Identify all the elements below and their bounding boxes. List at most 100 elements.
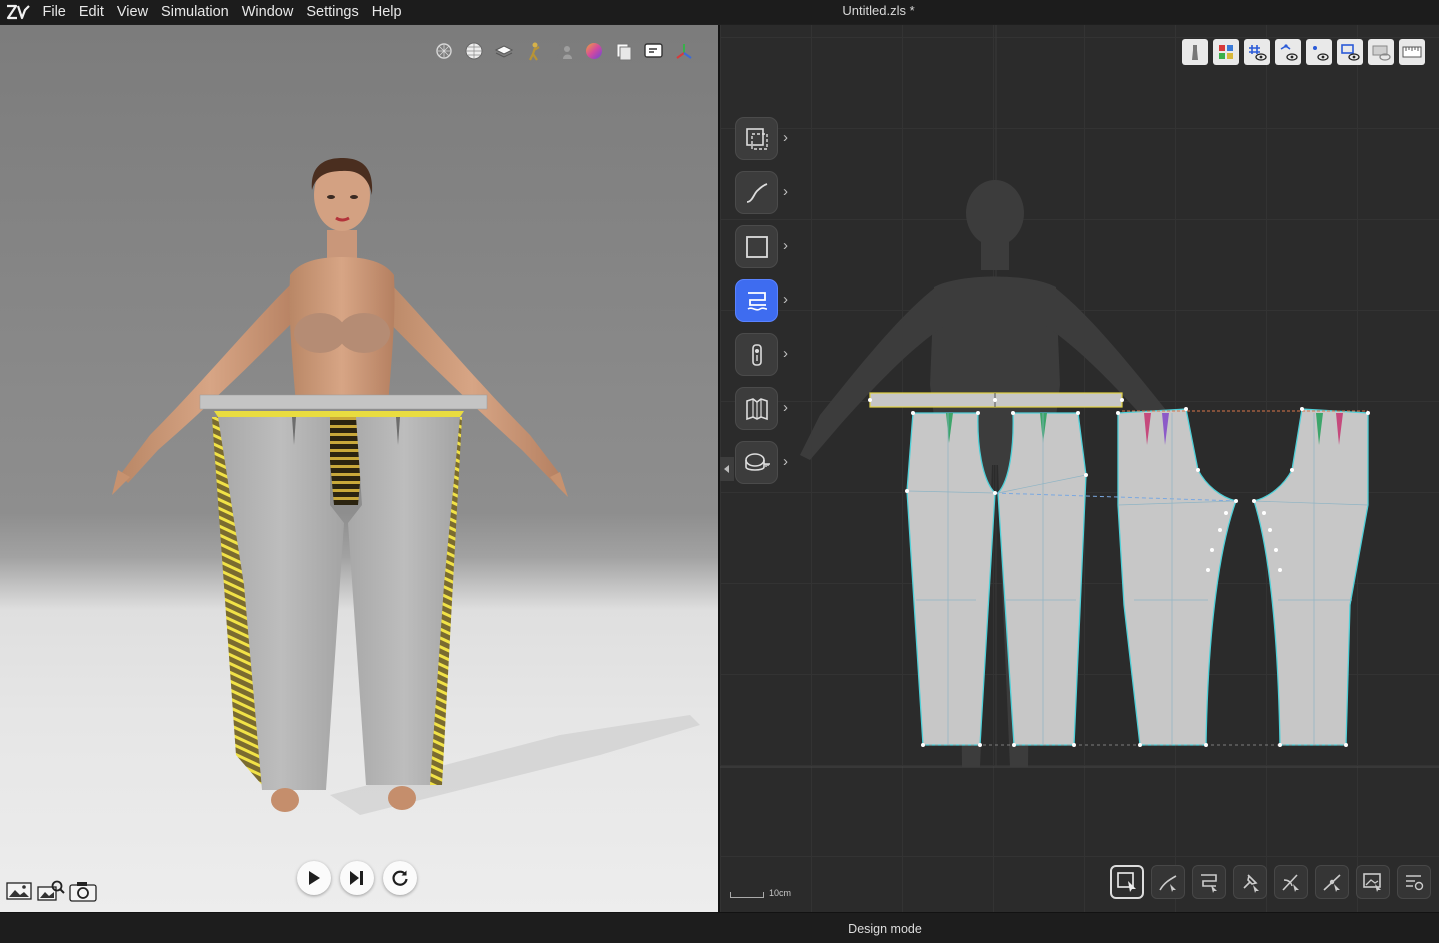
pattern-front-left[interactable] (906, 412, 996, 746)
menu-simulation[interactable]: Simulation (155, 3, 236, 21)
point-visibility-toggle[interactable] (1275, 39, 1301, 65)
chevron-right-icon[interactable]: › (783, 345, 788, 363)
pin-edit-button[interactable] (1233, 865, 1267, 899)
tool-palette: › › › › › › › (735, 117, 795, 495)
sheet-eye-icon (1372, 45, 1391, 61)
step-forward-button[interactable] (340, 861, 374, 895)
fold-icon (745, 397, 768, 420)
sphere-shading-icon[interactable] (462, 39, 485, 62)
scale-label: 10cm (769, 888, 792, 898)
simulation-controls (297, 861, 417, 895)
tape-measure-icon (744, 452, 770, 471)
pattern-back-left[interactable] (1117, 408, 1237, 746)
pin-edit-icon (1243, 874, 1259, 893)
transform-icon (745, 127, 768, 150)
grid-visibility-toggle[interactable] (1244, 39, 1270, 65)
snapshot-gallery-button[interactable] (5, 879, 33, 903)
viewport-2d[interactable]: › › › › › › › 10cm (720, 25, 1439, 912)
avatar-pose-icon[interactable] (522, 39, 545, 62)
zipper-icon (751, 343, 762, 366)
fold-tool-button[interactable] (735, 387, 778, 430)
ruler-icon (1402, 46, 1422, 58)
color-grid-toggle[interactable] (1213, 39, 1239, 65)
transform-tool-button[interactable] (735, 117, 778, 160)
panel-collapse-handle[interactable] (720, 457, 734, 481)
camera-icon (69, 882, 97, 902)
chevron-right-icon[interactable]: › (783, 237, 788, 255)
app-logo[interactable] (0, 0, 36, 24)
baseline-eye-icon (1313, 46, 1329, 61)
menu-window[interactable]: Window (235, 3, 300, 21)
garment-copy-icon[interactable] (612, 39, 635, 62)
point-add-button[interactable] (1315, 865, 1349, 899)
curve-icon (746, 182, 767, 203)
baseline-visibility-toggle[interactable] (1306, 39, 1332, 65)
scale-line (730, 892, 764, 898)
chevron-right-icon[interactable]: › (783, 399, 788, 417)
edit-curve-button[interactable] (1151, 865, 1185, 899)
particle-icon[interactable] (432, 39, 455, 62)
collapse-arrows-icon (724, 465, 729, 473)
seam-edit-button[interactable] (1192, 865, 1226, 899)
document-title: Untitled.zls * (842, 3, 915, 18)
scene-3d (112, 158, 700, 815)
snapshot-gallery-icon (6, 882, 32, 900)
viewport-3d-toolbar (432, 39, 695, 62)
menu-file[interactable]: File (36, 3, 72, 21)
sewing-icon[interactable] (642, 39, 665, 62)
menu-settings[interactable]: Settings (300, 3, 365, 21)
camera-button[interactable] (69, 879, 97, 903)
point-eye-icon (1280, 44, 1298, 61)
image-edit-button[interactable] (1356, 865, 1390, 899)
viewport-3d[interactable] (0, 25, 718, 912)
select-box-button[interactable] (1110, 865, 1144, 899)
render-search-button[interactable] (37, 879, 65, 903)
sewing-tool-button[interactable] (735, 279, 778, 322)
mode-label: Design mode (848, 922, 922, 936)
avatar-silhouette-toggle[interactable] (1182, 39, 1208, 65)
pattern-front-right[interactable] (997, 412, 1087, 746)
grid-hash-eye-icon (1249, 45, 1267, 61)
scale-bar: 10cm (730, 888, 791, 898)
sheet-visibility-toggle[interactable] (1368, 39, 1394, 65)
color-grid-icon (1219, 45, 1233, 59)
render-search-icon (37, 880, 65, 901)
pattern-back-right[interactable] (1253, 408, 1369, 746)
image-edit-icon (1363, 873, 1381, 892)
chevron-right-icon[interactable]: › (783, 183, 788, 201)
statusbar: Design mode (0, 912, 1439, 943)
menubar: File Edit View Simulation Window Setting… (0, 0, 1439, 24)
avatar-silhouette-icon (1192, 45, 1198, 60)
color-sphere-icon[interactable] (582, 39, 605, 62)
avatar-group-icon[interactable] (552, 39, 575, 62)
settings-list-icon (1406, 875, 1424, 891)
measure-tool-button[interactable] (735, 441, 778, 484)
curve-tool-button[interactable] (735, 171, 778, 214)
fabric-layer-icon[interactable] (492, 39, 515, 62)
rectangle-tool-button[interactable] (735, 225, 778, 268)
chevron-right-icon[interactable]: › (783, 291, 788, 309)
menu-edit[interactable]: Edit (72, 3, 110, 21)
menu-view[interactable]: View (110, 3, 154, 21)
seam-eye-icon (1341, 44, 1360, 61)
chevron-right-icon[interactable]: › (783, 453, 788, 471)
play-icon (309, 871, 320, 885)
play-button[interactable] (297, 861, 331, 895)
settings-list-button[interactable] (1397, 865, 1431, 899)
zipper-tool-button[interactable] (735, 333, 778, 376)
ruler-toggle[interactable] (1399, 39, 1425, 65)
capture-toolbar (5, 879, 97, 903)
cut-line-icon (1282, 874, 1299, 892)
reset-button[interactable] (383, 861, 417, 895)
sewing-icon (747, 291, 767, 311)
pattern-edit-toolbar (1110, 865, 1431, 899)
reset-icon (392, 870, 408, 886)
pattern-canvas (720, 25, 1439, 768)
gizmo-icon[interactable] (672, 39, 695, 62)
menu-help[interactable]: Help (365, 3, 408, 21)
seam-edit-icon (1201, 874, 1217, 893)
seam-visibility-toggle[interactable] (1337, 39, 1363, 65)
cut-line-button[interactable] (1274, 865, 1308, 899)
chevron-right-icon[interactable]: › (783, 129, 788, 147)
rectangle-icon (745, 235, 768, 258)
